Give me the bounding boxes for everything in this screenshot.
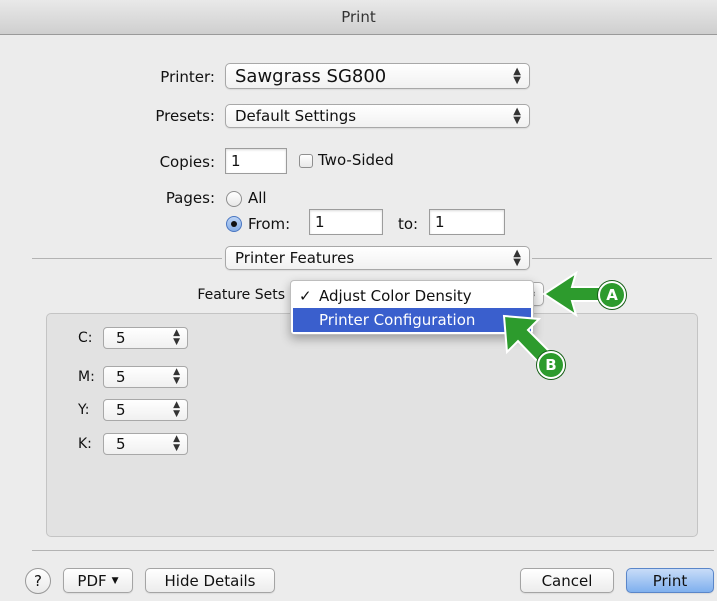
presets-popup[interactable]: Default Settings ▲ ▼ xyxy=(225,104,530,128)
c-stepper[interactable]: 5 ▲ ▼ xyxy=(103,327,188,349)
checkmark-icon: ✓ xyxy=(299,287,312,305)
c-label: C: xyxy=(78,330,93,346)
callout-a-arrow-icon xyxy=(542,270,603,318)
popup-arrows-icon: ▲▼ xyxy=(513,248,521,268)
printer-value: Sawgrass SG800 xyxy=(235,65,387,87)
y-label: Y: xyxy=(78,402,90,418)
k-label: K: xyxy=(78,436,92,452)
printer-features-value: Printer Features xyxy=(235,249,355,267)
help-button[interactable]: ? xyxy=(25,568,51,594)
popup-arrows-icon: ▲▼ xyxy=(513,66,521,86)
presets-label: Presets: xyxy=(155,107,215,125)
printer-label: Printer: xyxy=(160,68,215,86)
y-value: 5 xyxy=(116,401,126,419)
popup-arrows-icon: ▲▼ xyxy=(513,106,521,126)
window-title: Print xyxy=(341,8,376,26)
copies-field[interactable]: 1 xyxy=(225,148,287,174)
menu-item-label: Adjust Color Density xyxy=(319,287,472,305)
feature-sets-label: Feature Sets xyxy=(197,287,285,303)
callout-a-badge: A xyxy=(598,281,626,309)
k-stepper[interactable]: 5 ▲ ▼ xyxy=(103,433,188,455)
pages-to-field[interactable]: 1 xyxy=(429,209,505,235)
m-stepper[interactable]: 5 ▲ ▼ xyxy=(103,366,188,388)
pages-from-radio[interactable] xyxy=(226,216,242,232)
menu-item-printer-configuration[interactable]: Printer Configuration xyxy=(293,308,531,332)
pages-to-label: to: xyxy=(398,215,419,233)
presets-value: Default Settings xyxy=(235,107,357,125)
m-label: M: xyxy=(78,369,95,385)
footer-divider xyxy=(32,550,714,551)
printer-popup[interactable]: Sawgrass SG800 ▲ ▼ xyxy=(225,63,530,89)
m-value: 5 xyxy=(116,368,126,386)
hide-details-button[interactable]: Hide Details xyxy=(145,568,275,593)
pages-from-field[interactable]: 1 xyxy=(309,209,383,235)
feature-sets-menu: ✓ Adjust Color Density Printer Configura… xyxy=(290,280,534,335)
y-stepper[interactable]: 5 ▲ ▼ xyxy=(103,399,188,421)
pages-from-label: From: xyxy=(248,215,291,233)
chevron-down-icon: ▼ xyxy=(111,575,119,586)
c-value: 5 xyxy=(116,329,126,347)
menu-item-label: Printer Configuration xyxy=(319,311,476,329)
stepper-arrows-icon[interactable]: ▲ ▼ xyxy=(173,329,180,347)
copies-label: Copies: xyxy=(159,153,215,171)
window-titlebar: Print xyxy=(0,0,717,35)
cancel-button[interactable]: Cancel xyxy=(520,568,614,593)
pages-all-label: All xyxy=(248,189,267,207)
pages-all-radio[interactable] xyxy=(226,191,242,207)
section-divider-left xyxy=(32,258,222,259)
callout-b-badge: B xyxy=(537,351,565,379)
print-button[interactable]: Print xyxy=(626,568,714,593)
two-sided-checkbox[interactable] xyxy=(299,154,313,168)
stepper-arrows-icon[interactable]: ▲ ▼ xyxy=(173,368,180,386)
stepper-arrows-icon[interactable]: ▲ ▼ xyxy=(173,435,180,453)
pdf-label: PDF xyxy=(77,571,107,590)
menu-item-adjust-color-density[interactable]: ✓ Adjust Color Density xyxy=(293,284,531,308)
printer-features-popup[interactable]: Printer Features ▲ ▼ xyxy=(225,246,530,270)
stepper-arrows-icon[interactable]: ▲ ▼ xyxy=(173,401,180,419)
pdf-button[interactable]: PDF ▼ xyxy=(63,568,133,593)
two-sided-label: Two-Sided xyxy=(318,151,394,169)
section-divider-right xyxy=(532,258,712,259)
k-value: 5 xyxy=(116,435,126,453)
pages-label: Pages: xyxy=(165,189,215,207)
